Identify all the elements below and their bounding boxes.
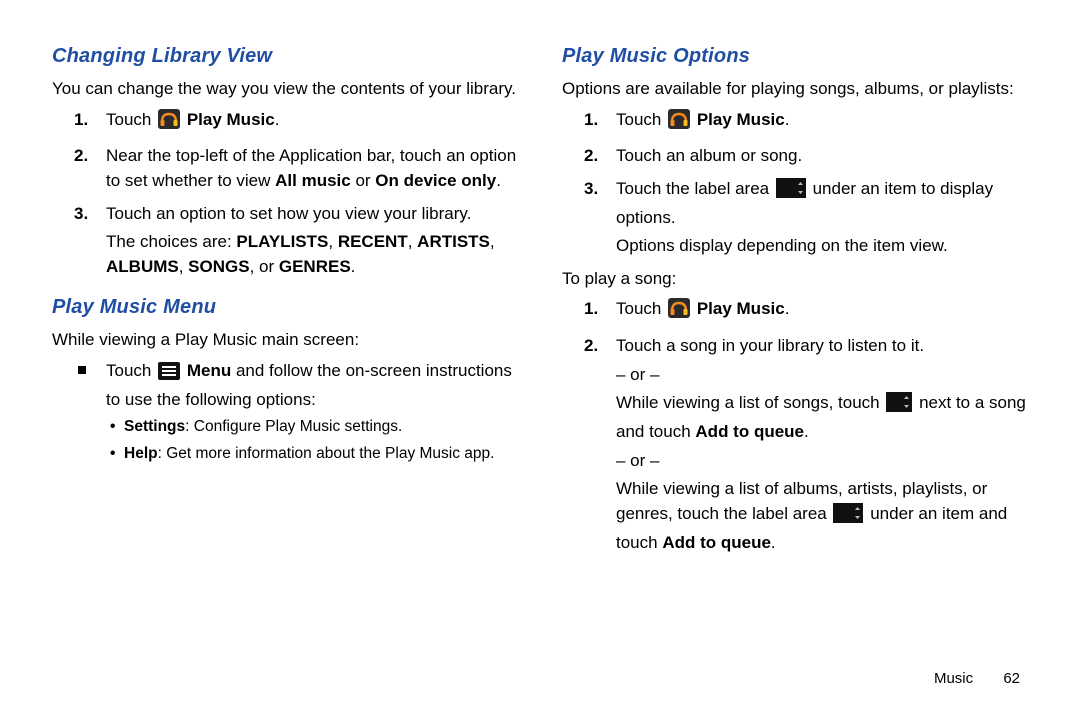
- menu-list: Touch Menu and follow the on-screen inst…: [74, 359, 520, 465]
- footer-section: Music: [934, 670, 973, 687]
- or-divider: – or –: [616, 449, 1030, 474]
- alt-instruction: While viewing a list of songs, touch nex…: [616, 391, 1030, 444]
- play-music-icon: [668, 109, 690, 137]
- options-note: Options display depending on the item vi…: [616, 234, 1030, 259]
- list-item: 1. Touch Play Music.: [74, 108, 520, 137]
- or-divider: – or –: [616, 363, 1030, 388]
- left-column: Changing Library View You can change the…: [52, 42, 520, 563]
- menu-icon: [158, 362, 180, 388]
- alt-instruction: While viewing a list of albums, artists,…: [616, 477, 1030, 555]
- list-item: 3. Touch the label area under an item to…: [584, 177, 1030, 259]
- heading-changing-library-view: Changing Library View: [52, 42, 520, 71]
- label-area-icon: [833, 503, 863, 531]
- intro-text: While viewing a Play Music main screen:: [52, 328, 520, 353]
- play-steps: 1. Touch Play Music. 2. Touch a song in …: [584, 297, 1030, 555]
- list-item: Help: Get more information about the Pla…: [110, 443, 520, 465]
- page-footer: Music 62: [934, 668, 1020, 690]
- label-area-icon: [776, 178, 806, 206]
- list-item: Touch Menu and follow the on-screen inst…: [74, 359, 520, 465]
- footer-page-number: 62: [1003, 670, 1020, 687]
- to-play-heading: To play a song:: [562, 267, 1030, 292]
- library-steps: 1. Touch Play Music. 2. Near the top-lef…: [74, 108, 520, 280]
- heading-play-music-options: Play Music Options: [562, 42, 1030, 71]
- overflow-icon: [886, 392, 912, 420]
- intro-text: You can change the way you view the cont…: [52, 77, 520, 102]
- list-item: 2. Touch an album or song.: [584, 144, 1030, 169]
- options-steps: 1. Touch Play Music. 2. Touch an album o…: [584, 108, 1030, 259]
- play-music-icon: [668, 298, 690, 326]
- list-item: 3. Touch an option to set how you view y…: [74, 202, 520, 280]
- list-item: 1. Touch Play Music.: [584, 108, 1030, 137]
- choices-text: The choices are: PLAYLISTS, RECENT, ARTI…: [106, 230, 520, 279]
- list-item: 1. Touch Play Music.: [584, 297, 1030, 326]
- right-column: Play Music Options Options are available…: [562, 42, 1030, 563]
- sub-options: Settings: Configure Play Music settings.…: [110, 416, 520, 465]
- list-item: 2. Touch a song in your library to liste…: [584, 334, 1030, 555]
- list-item: 2. Near the top-left of the Application …: [74, 144, 520, 193]
- heading-play-music-menu: Play Music Menu: [52, 293, 520, 322]
- play-music-icon: [158, 109, 180, 137]
- list-item: Settings: Configure Play Music settings.: [110, 416, 520, 438]
- intro-text: Options are available for playing songs,…: [562, 77, 1030, 102]
